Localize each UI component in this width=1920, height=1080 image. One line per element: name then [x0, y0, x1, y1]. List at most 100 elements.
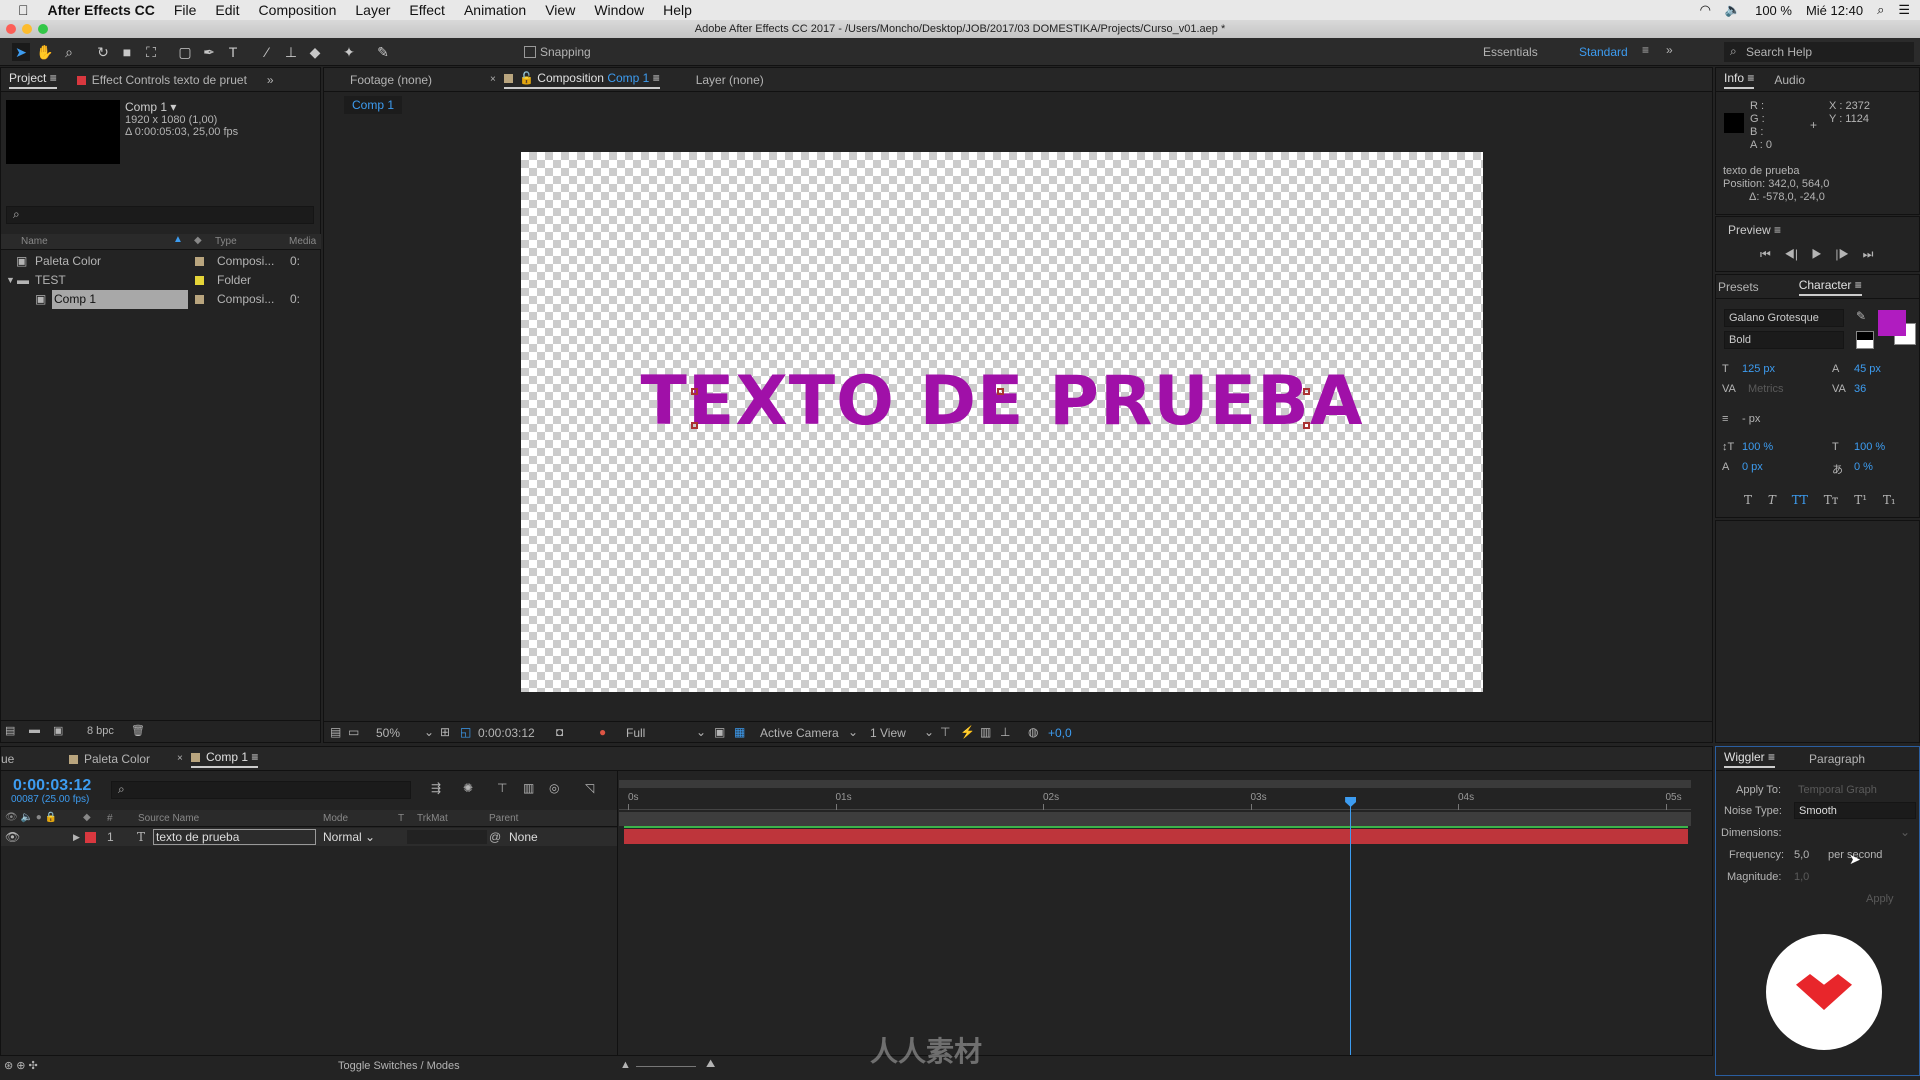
menu-composition[interactable]: Composition — [259, 2, 337, 18]
tab-wiggler[interactable]: Wiggler ≡ — [1724, 750, 1776, 768]
toggle-pixel-aspect-icon[interactable]: ⊤ — [940, 725, 950, 739]
font-size-value[interactable]: 125 px — [1742, 363, 1775, 375]
wifi-icon[interactable]: ◠ — [1700, 2, 1711, 18]
draft-3d-icon[interactable]: ✺ — [463, 781, 473, 795]
flowchart-icon[interactable]: ⊥ — [1000, 725, 1010, 739]
tab-character[interactable]: Character ≡ — [1798, 278, 1862, 296]
column-type[interactable]: Type — [215, 236, 237, 247]
work-area-bar[interactable] — [619, 812, 1691, 826]
current-time-display[interactable]: 0:00:03:12 — [478, 726, 535, 740]
app-menu[interactable]: After Effects CC — [48, 2, 155, 18]
noise-type-dropdown[interactable]: Smooth — [1794, 802, 1916, 819]
safe-margins-icon[interactable]: ⊞ — [440, 725, 450, 739]
brush-tool-icon[interactable]: ⁄ — [258, 43, 276, 61]
font-style-dropdown[interactable]: Bold — [1724, 331, 1844, 349]
black-white-swatch[interactable] — [1856, 331, 1874, 349]
always-preview-icon[interactable]: ▤ — [330, 725, 341, 739]
baseline-shift-value[interactable]: 0 px — [1742, 461, 1763, 473]
project-search-input[interactable]: ⌕ — [6, 206, 314, 224]
notification-icon[interactable]: ☰ — [1898, 2, 1910, 18]
workspace-standard[interactable]: Standard — [1579, 45, 1628, 59]
rectangle-tool-icon[interactable]: ▢ — [176, 43, 194, 61]
layer-label-color[interactable] — [85, 832, 96, 843]
label-tag-icon[interactable]: ◆ — [194, 235, 202, 246]
selection-tool-icon[interactable]: ➤ — [12, 43, 30, 61]
stroke-width-value[interactable]: - px — [1742, 413, 1760, 425]
close-window-button[interactable] — [6, 24, 16, 34]
project-item-test-folder[interactable]: ▼ ▬ TEST Folder — [1, 271, 320, 290]
text-layer-preview[interactable]: TEXTO DE PRUEBA — [521, 362, 1483, 441]
superscript-button[interactable]: T¹ — [1854, 493, 1867, 507]
horizontal-scale-value[interactable]: 100 % — [1854, 441, 1885, 453]
trash-icon[interactable]: 🗑 — [131, 724, 145, 737]
subscript-button[interactable]: T₁ — [1883, 493, 1896, 507]
transparency-grid-icon[interactable]: ▦ — [734, 725, 745, 739]
menu-file[interactable]: File — [174, 2, 197, 18]
trkmat-dropdown[interactable] — [407, 830, 487, 844]
fast-previews-icon[interactable]: ⚡ — [960, 725, 975, 739]
fill-color-swatch[interactable] — [1878, 310, 1906, 336]
rotate-tool-icon[interactable]: ↻ — [94, 43, 112, 61]
layer-name[interactable]: texto de prueba — [153, 829, 316, 845]
tab-composition[interactable]: 🔓 Composition Comp 1 ≡ — [504, 71, 660, 89]
eraser-tool-icon[interactable]: ◆ — [306, 43, 324, 61]
graph-editor-icon[interactable]: ◹ — [585, 781, 594, 795]
timeline-current-time[interactable]: 0:00:03:12 — [13, 777, 91, 795]
close-tab-icon[interactable]: × — [490, 74, 504, 85]
layer-switches-icon[interactable]: ⊛ ⊕ ✣ — [4, 1059, 38, 1072]
transform-handle[interactable] — [1303, 422, 1310, 429]
camera-view-dropdown[interactable]: Active Camera — [760, 726, 839, 740]
puppet-pin-tool-icon[interactable]: ✎ — [374, 43, 392, 61]
frame-blending-icon[interactable]: ▥ — [523, 781, 534, 795]
roto-brush-tool-icon[interactable]: ✦ — [340, 43, 358, 61]
label-color[interactable] — [195, 295, 204, 304]
clock[interactable]: Mié 12:40 — [1806, 3, 1863, 18]
transform-handle[interactable] — [691, 388, 698, 395]
column-media[interactable]: Media — [289, 236, 316, 247]
reset-exposure-icon[interactable]: ◍ — [1028, 725, 1038, 739]
faux-italic-button[interactable]: T — [1768, 493, 1776, 507]
camera-tool-icon[interactable]: ■ — [118, 43, 136, 61]
column-mode[interactable]: Mode — [323, 813, 348, 824]
pan-behind-tool-icon[interactable]: ⛶ — [142, 43, 160, 61]
hand-tool-icon[interactable]: ✋ — [36, 43, 54, 61]
menu-edit[interactable]: Edit — [215, 2, 239, 18]
snapping-checkbox[interactable] — [524, 46, 536, 58]
minimize-window-button[interactable] — [22, 24, 32, 34]
column-trkmat[interactable]: TrkMat — [417, 813, 448, 824]
column-source-name[interactable]: Source Name — [138, 813, 199, 824]
tab-presets[interactable]: Presets — [1718, 280, 1759, 294]
frequency-value[interactable]: 5,0 — [1794, 849, 1809, 861]
exposure-value[interactable]: +0,0 — [1048, 726, 1072, 740]
tab-layer[interactable]: Layer (none) — [696, 73, 764, 87]
chevron-down-icon[interactable]: ⌄ — [848, 725, 858, 739]
zoom-slider[interactable] — [636, 1066, 696, 1067]
kerning-value[interactable]: Metrics — [1748, 383, 1783, 395]
first-frame-icon[interactable]: ⏮ — [1760, 247, 1771, 261]
tracking-value[interactable]: 36 — [1854, 383, 1866, 395]
tab-project[interactable]: Project ≡ — [9, 71, 57, 89]
tab-footage[interactable]: Footage (none) — [350, 73, 490, 87]
layer-duration-bar[interactable] — [624, 829, 1688, 844]
menu-window[interactable]: Window — [594, 2, 644, 18]
menu-layer[interactable]: Layer — [355, 2, 390, 18]
close-tab-icon[interactable]: × — [177, 753, 191, 764]
column-parent[interactable]: Parent — [489, 813, 518, 824]
pickwhip-icon[interactable]: @ — [489, 828, 501, 846]
label-color[interactable] — [195, 276, 204, 285]
zoom-window-button[interactable] — [38, 24, 48, 34]
playhead[interactable] — [1345, 797, 1357, 1055]
dimensions-dropdown[interactable]: ⌄ — [1900, 825, 1910, 839]
disclosure-triangle-icon[interactable]: ▼ — [6, 271, 15, 290]
tab-audio[interactable]: Audio — [1774, 73, 1805, 87]
apply-button[interactable]: Apply — [1866, 893, 1894, 905]
transform-handle[interactable] — [1303, 388, 1310, 395]
panel-overflow-icon[interactable]: » — [267, 73, 274, 87]
font-family-dropdown[interactable]: Galano Grotesque — [1724, 309, 1844, 327]
snapshot-icon[interactable]: ◘ — [556, 725, 563, 739]
search-help-input[interactable]: Search Help — [1724, 42, 1914, 62]
sort-arrow-icon[interactable]: ▲ — [173, 234, 183, 245]
menu-view[interactable]: View — [545, 2, 575, 18]
small-caps-button[interactable]: Tт — [1824, 493, 1839, 507]
menu-help[interactable]: Help — [663, 2, 692, 18]
